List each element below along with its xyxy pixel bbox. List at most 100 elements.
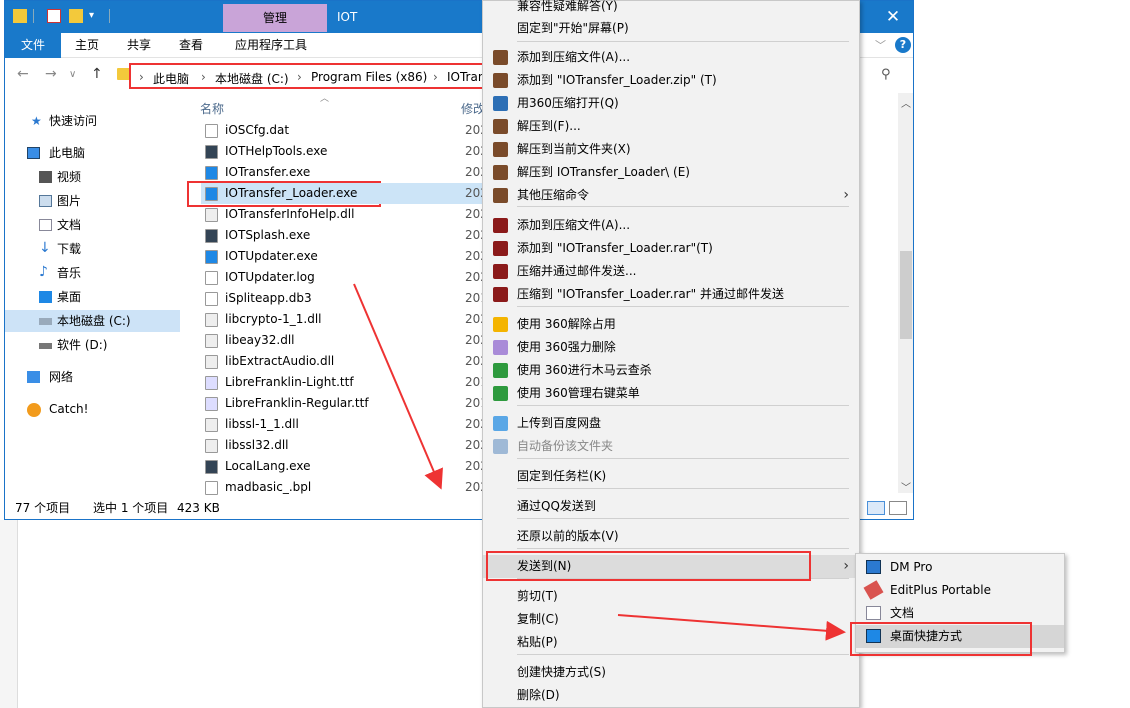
menu-item-add-to-archive-360[interactable]: 添加到压缩文件(A)...: [483, 46, 859, 69]
menu-item-other-compress-commands[interactable]: 其他压缩命令 ›: [483, 184, 859, 207]
file-row[interactable]: libcrypto-1_1.dll 202: [201, 309, 489, 330]
menu-item-paste[interactable]: 粘贴(P): [483, 631, 859, 654]
menu-item-open-with-360zip[interactable]: 用360压缩打开(Q): [483, 92, 859, 115]
sidebar-item-quick-access[interactable]: ★ 快速访问: [5, 110, 180, 132]
file-row[interactable]: IOTUpdater.log 202: [201, 267, 489, 288]
file-row[interactable]: libssl-1_1.dll 202: [201, 414, 489, 435]
menu-item-label: 删除(D): [517, 688, 560, 702]
file-row[interactable]: libeay32.dll 202: [201, 330, 489, 351]
sidebar-item-pictures[interactable]: 图片: [5, 190, 180, 212]
large-icons-view-icon[interactable]: [889, 501, 907, 515]
scroll-up-icon[interactable]: ︿: [901, 95, 911, 110]
breadcrumb-this-pc[interactable]: 此电脑: [153, 70, 189, 87]
menu-item-compress-rar-and-email[interactable]: 压缩到 "IOTransfer_Loader.rar" 并通过邮件发送: [483, 283, 859, 306]
sidebar-item-network[interactable]: 网络: [5, 366, 180, 388]
menu-item-extract-to-folder[interactable]: 解压到 IOTransfer_Loader\ (E): [483, 161, 859, 184]
file-row[interactable]: iSpliteapp.db3 201: [201, 288, 489, 309]
menu-item-360-force-delete[interactable]: 使用 360强力删除: [483, 336, 859, 359]
breadcrumb-program-files[interactable]: Program Files (x86): [311, 70, 427, 84]
file-row[interactable]: libExtractAudio.dll 202: [201, 351, 489, 372]
file-row[interactable]: LibreFranklin-Light.ttf 201: [201, 372, 489, 393]
menu-item-upload-baidu[interactable]: 上传到百度网盘: [483, 412, 859, 435]
menu-item-360-trojan-scan[interactable]: 使用 360进行木马云查杀: [483, 359, 859, 382]
menu-item-label: 还原以前的版本(V): [517, 529, 619, 543]
file-row[interactable]: IOTransfer_Loader.exe 202: [201, 183, 489, 204]
menu-item-360-unlock[interactable]: 使用 360解除占用: [483, 313, 859, 336]
up-icon[interactable]: ↑: [91, 66, 103, 82]
details-view-icon[interactable]: [867, 501, 885, 515]
breadcrumb-iot[interactable]: IOTran: [447, 70, 483, 84]
help-button[interactable]: ?: [895, 37, 911, 53]
menu-item-delete[interactable]: 删除(D): [483, 684, 859, 707]
file-row[interactable]: libssl32.dll 202: [201, 435, 489, 456]
menu-item-send-via-qq[interactable]: 通过QQ发送到: [483, 495, 859, 518]
file-row[interactable]: madbasic_.bpl 202: [201, 477, 489, 498]
file-name: IOTHelpTools.exe: [225, 144, 328, 158]
menu-item-add-to-archive-rar[interactable]: 添加到压缩文件(A)...: [483, 214, 859, 237]
chevron-right-icon: ›: [843, 187, 849, 203]
tab-view[interactable]: 查看: [179, 33, 203, 58]
item-count: 77 个项目: [15, 501, 71, 515]
sendto-dm-pro[interactable]: DM Pro: [856, 556, 1064, 579]
file-name: iOSCfg.dat: [225, 123, 290, 137]
scroll-down-icon[interactable]: ﹀: [901, 479, 911, 494]
new-folder-icon[interactable]: [69, 9, 83, 23]
menu-item-360-manage-menu[interactable]: 使用 360管理右键菜单: [483, 382, 859, 405]
menu-item-add-to-rar[interactable]: 添加到 "IOTransfer_Loader.rar"(T): [483, 237, 859, 260]
breadcrumb-drive-c[interactable]: 本地磁盘 (C:): [215, 70, 289, 87]
customize-qat-icon[interactable]: ▾: [89, 9, 103, 23]
tab-share[interactable]: 共享: [127, 33, 151, 58]
sidebar-item-videos[interactable]: 视频: [5, 166, 180, 188]
menu-item-icon: [493, 363, 508, 378]
search-icon[interactable]: ⚲: [881, 67, 891, 82]
chevron-down-icon[interactable]: ﹀: [875, 37, 886, 53]
menu-item-pin-to-start[interactable]: 固定到"开始"屏幕(P): [483, 17, 859, 40]
file-row[interactable]: LibreFranklin-Regular.ttf 201: [201, 393, 489, 414]
scrollbar-thumb[interactable]: [900, 251, 912, 339]
sidebar-item-documents[interactable]: 文档: [5, 214, 180, 236]
tab-home[interactable]: 主页: [75, 33, 99, 58]
back-icon[interactable]: ←: [17, 66, 29, 82]
menu-item-create-shortcut[interactable]: 创建快捷方式(S): [483, 661, 859, 684]
tab-app-tools[interactable]: 应用程序工具: [235, 33, 307, 58]
tab-file[interactable]: 文件: [5, 33, 61, 58]
menu-item-compress-and-email[interactable]: 压缩并通过邮件发送...: [483, 260, 859, 283]
window-title: IOT: [337, 10, 358, 24]
sidebar-item-catch[interactable]: Catch!: [5, 398, 180, 420]
menu-item-label: 粘贴(P): [517, 635, 558, 649]
menu-item-add-to-zip[interactable]: 添加到 "IOTransfer_Loader.zip" (T): [483, 69, 859, 92]
sidebar-item-drive-c[interactable]: 本地磁盘 (C:): [5, 310, 180, 332]
file-row[interactable]: LocalLang.exe 202: [201, 456, 489, 477]
sidebar-item-desktop[interactable]: 桌面: [5, 286, 180, 308]
file-row[interactable]: IOTransfer.exe 202: [201, 162, 489, 183]
document-icon: [866, 606, 881, 620]
sidebar-item-this-pc[interactable]: 此电脑: [5, 142, 180, 164]
sidebar-item-drive-d[interactable]: 软件 (D:): [5, 334, 180, 356]
sendto-editplus[interactable]: EditPlus Portable: [856, 579, 1064, 602]
address-bar[interactable]: › 此电脑 › 本地磁盘 (C:) › Program Files (x86) …: [129, 63, 485, 89]
menu-item-extract-to[interactable]: 解压到(F)...: [483, 115, 859, 138]
menu-item-icon: [493, 142, 508, 157]
sidebar-item-downloads[interactable]: ↓ 下载: [5, 238, 180, 260]
menu-item-auto-backup-folder[interactable]: 自动备份该文件夹: [483, 435, 859, 458]
recent-dropdown-icon[interactable]: ∨: [69, 69, 76, 80]
menu-item-pin-to-taskbar[interactable]: 固定到任务栏(K): [483, 465, 859, 488]
column-header-name[interactable]: 名称: [200, 100, 224, 117]
menu-item-restore-previous-versions[interactable]: 还原以前的版本(V): [483, 525, 859, 548]
menu-item-cut[interactable]: 剪切(T): [483, 585, 859, 608]
file-row[interactable]: IOTHelpTools.exe 202: [201, 141, 489, 162]
file-row[interactable]: iOSCfg.dat 202: [201, 120, 489, 141]
menu-item-copy[interactable]: 复制(C): [483, 608, 859, 631]
sidebar-item-music[interactable]: ♪ 音乐: [5, 262, 180, 284]
file-row[interactable]: IOTransferInfoHelp.dll 202: [201, 204, 489, 225]
manage-tab[interactable]: 管理: [223, 4, 327, 32]
menu-item-extract-here[interactable]: 解压到当前文件夹(X): [483, 138, 859, 161]
file-row[interactable]: IOTSplash.exe 202: [201, 225, 489, 246]
menu-item-label: 固定到"开始"屏幕(P): [517, 21, 629, 35]
properties-icon[interactable]: [47, 9, 61, 23]
file-row[interactable]: IOTUpdater.exe 202: [201, 246, 489, 267]
close-button[interactable]: ✕: [871, 1, 913, 33]
menu-item-compat-troubleshoot[interactable]: 兼容性疑难解答(Y): [483, 0, 859, 18]
forward-icon[interactable]: →: [45, 66, 57, 82]
selection-size: 423 KB: [177, 501, 220, 515]
